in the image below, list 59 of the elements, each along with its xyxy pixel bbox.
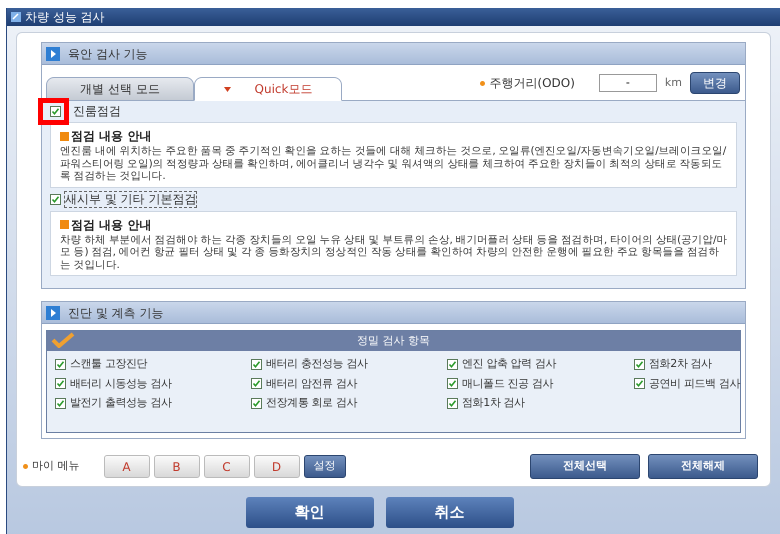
checkbox[interactable] — [55, 398, 66, 409]
checkbox[interactable] — [251, 358, 262, 370]
my-menu-label: 마이 메뉴 — [32, 458, 80, 474]
odo-label: 주행거리(ODO) — [489, 75, 575, 92]
change-button[interactable]: 변경 — [690, 72, 740, 94]
checkbox[interactable] — [634, 358, 645, 370]
test-item-label: 공연비 피드백 검사 — [649, 376, 740, 392]
info-icon — [60, 132, 69, 140]
info-title: 점검 내용 안내 — [71, 216, 152, 234]
menu-slot-button[interactable]: C — [204, 455, 250, 478]
menu-slot-button[interactable]: A — [104, 455, 150, 478]
test-item-label: 점화1차 검사 — [462, 395, 525, 411]
caret-icon — [224, 86, 231, 92]
checkbox[interactable] — [634, 378, 645, 390]
section-title: 진단 및 계측 기능 — [68, 304, 164, 322]
test-item-label: 전장계통 회로 검사 — [266, 395, 357, 411]
bullet-icon — [480, 80, 486, 86]
test-item-label: 배터리 암전류 검사 — [266, 376, 357, 392]
unit-label: km — [664, 74, 682, 91]
play-icon — [46, 306, 60, 320]
bullet-icon — [23, 464, 28, 469]
info-text: 차량 하체 부분에서 점검해야 하는 각종 장치들의 오일 누유 상태 및 부트류의 손상, 배기머플러 상태 등을 점검하며, 타이어의 상태(공기압/마모 등) 점검, 에어컨 항균 필터 상태 및 각 종 등화장치의 정상적인 작동 상태를 확인하여 차량의 안전한 운행에 필요한 주요 항목들을 점검하는 것입니다. — [60, 234, 727, 271]
select-all-button[interactable]: 전체선택 — [530, 454, 640, 479]
section-title: 육안 검사 기능 — [68, 46, 148, 62]
mode-tab[interactable]: Quick모드 — [194, 77, 342, 101]
odo-field[interactable]: - — [598, 74, 657, 92]
test-item-label: 엔진 압축 압력 검사 — [462, 356, 556, 372]
menu-slot-button[interactable]: D — [254, 455, 300, 478]
checkbox[interactable] — [251, 378, 262, 390]
checkbox[interactable] — [55, 358, 66, 370]
checkbox[interactable] — [55, 378, 66, 390]
test-item-label: 배터리 충전성능 검사 — [266, 356, 368, 372]
mode-tab[interactable]: 개별 선택 모드 — [46, 77, 194, 101]
dialog-button[interactable]: 확인 — [246, 497, 374, 528]
checkbox[interactable] — [447, 378, 458, 390]
info-text: 엔진룸 내에 위치하는 주요한 품목 중 주기적인 확인을 요하는 것들에 대해 체크하는 것으로, 오일류(엔진오일/자동변속기오일/브레이크오일/파워스티어링 오일)의 적정량과 상태를 확인하며, 에어클리너 냉각수 및 워셔액의 상태를 체크하여 주요한 장치들이 최적의 상태로 작동되도록 점검하는 것입니다. — [60, 145, 727, 182]
panel-title: 정밀 검사 항목 — [357, 332, 430, 349]
app-icon — [11, 12, 21, 22]
info-title: 점검 내용 안내 — [71, 128, 152, 145]
test-item-label: 배터리 시동성능 검사 — [70, 376, 172, 392]
settings-button[interactable]: 설정 — [304, 455, 346, 478]
group-label: 진룸점검 — [73, 104, 121, 119]
window-title: 차량 성능 검사 — [25, 9, 105, 26]
test-item-label: 점화2차 검사 — [649, 356, 712, 372]
menu-slot-button[interactable]: B — [154, 455, 200, 478]
checkbox[interactable] — [447, 358, 458, 370]
checkbox[interactable] — [50, 106, 61, 117]
checkmark-icon — [51, 332, 75, 348]
checkbox[interactable] — [50, 194, 61, 204]
test-item-label: 매니폴드 진공 검사 — [462, 376, 553, 392]
group-label: 새시부 및 기타 기본점검 — [64, 190, 198, 208]
dialog-button[interactable]: 취소 — [386, 497, 514, 528]
checkbox[interactable] — [447, 398, 458, 409]
test-item-label: 스캔툴 고장진단 — [70, 356, 148, 372]
play-icon — [46, 46, 60, 60]
select-all-button[interactable]: 전체해제 — [648, 454, 758, 479]
checkbox[interactable] — [251, 398, 262, 409]
test-item-label: 발전기 출력성능 검사 — [70, 395, 172, 411]
info-icon — [60, 220, 69, 229]
